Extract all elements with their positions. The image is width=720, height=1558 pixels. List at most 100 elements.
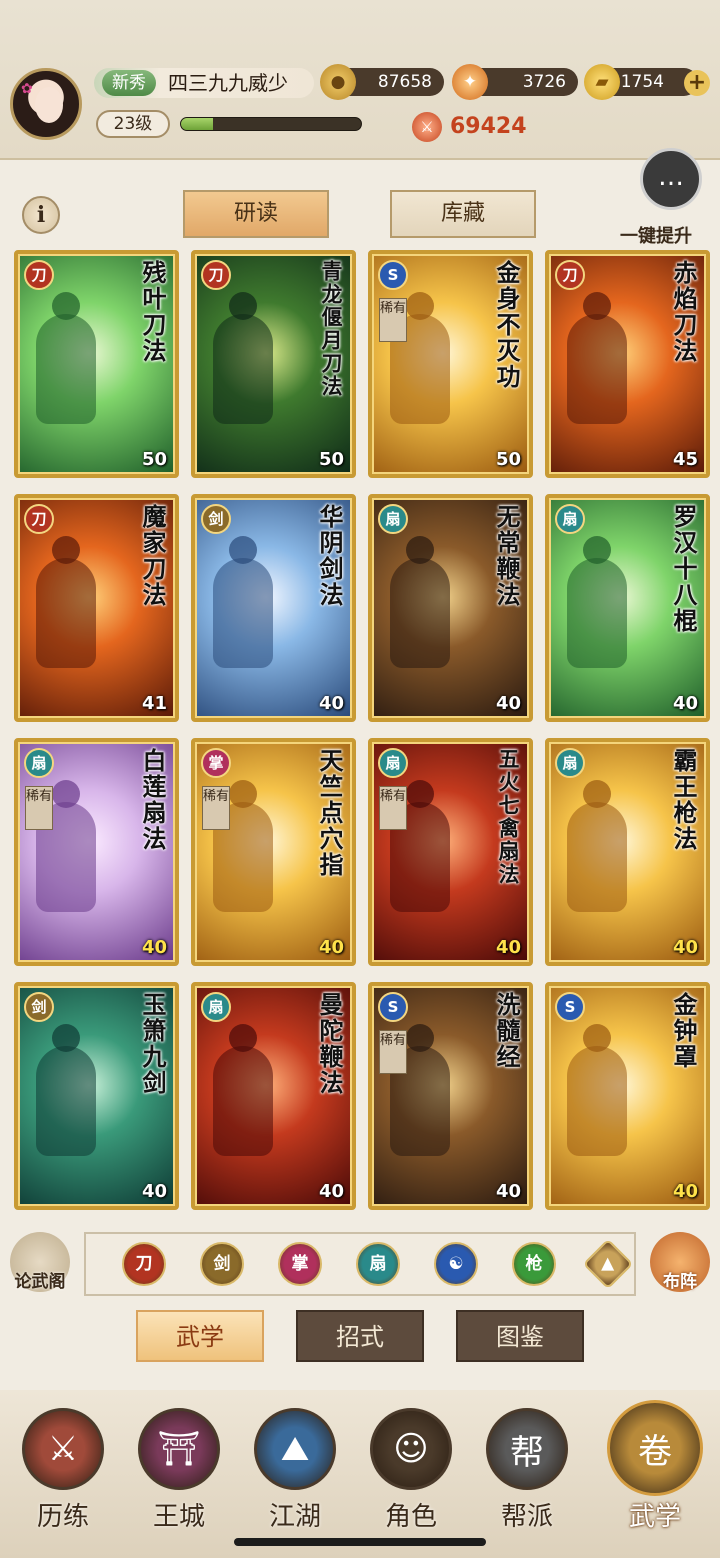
avatar-face — [35, 87, 63, 123]
skill-card[interactable]: 扇稀有 五火七禽扇法 40 — [368, 738, 533, 966]
skill-card[interactable]: S 稀有 洗髓经 40 — [368, 982, 533, 1210]
nav-label: 帮派 — [500, 1502, 553, 1532]
power-value: 69424 — [450, 114, 527, 139]
skill-card-name: 洗髓经 — [492, 992, 521, 1070]
info-button[interactable]: i — [22, 196, 60, 234]
fan-style-icon: 扇 — [378, 504, 408, 534]
filter-glyph: ▲ — [601, 1253, 615, 1274]
subtab-martial[interactable]: 武学 — [136, 1310, 264, 1362]
nav-2-button[interactable]: ⛰ 江湖 — [240, 1400, 350, 1550]
character-figure — [567, 1046, 627, 1156]
skill-card-level: 50 — [141, 449, 167, 470]
coin-icon: ● — [320, 64, 356, 100]
rare-tag: 稀有 — [379, 1030, 407, 1074]
subtab-atlas[interactable]: 图鉴 — [456, 1310, 584, 1362]
filter-blade-icon[interactable]: 刀 — [122, 1242, 166, 1286]
skill-card-name: 无常鞭法 — [492, 504, 521, 608]
skill-card[interactable]: 扇稀有 白莲扇法 40 — [14, 738, 179, 966]
nav-icon: ⚔ — [22, 1408, 104, 1490]
discussion-hall-button[interactable]: 论武阁 — [10, 1232, 70, 1292]
nav-1-button[interactable]: ⛩ 王城 — [124, 1400, 234, 1550]
blade-style-icon: 刀 — [24, 260, 54, 290]
ingot-icon: ▰ — [584, 64, 620, 100]
skill-card-level: 40 — [672, 693, 698, 714]
skill-card[interactable]: 刀 残叶刀法 50 — [14, 250, 179, 478]
skill-card-name: 罗汉十八棍 — [669, 504, 698, 634]
skill-card[interactable]: S 金钟罩 40 — [545, 982, 710, 1210]
skill-card-level: 40 — [141, 1181, 167, 1202]
inner-style-icon: S — [378, 992, 408, 1022]
skill-card[interactable]: 剑 华阴剑法 40 — [191, 494, 356, 722]
filter-palm-icon[interactable]: 掌 — [278, 1242, 322, 1286]
skill-card-name: 天竺点穴指 — [315, 748, 344, 878]
character-figure — [567, 802, 627, 912]
character-figure — [213, 558, 273, 668]
nav-label: 角色 — [384, 1502, 437, 1532]
rare-tag: 稀有 — [379, 786, 407, 830]
add-ingots-button[interactable]: + — [684, 70, 710, 96]
filter-glyph: 枪 — [525, 1254, 543, 1274]
nav-0-button[interactable]: ⚔ 历练 — [8, 1400, 118, 1550]
skill-card-level: 40 — [141, 937, 167, 958]
skill-card-level: 41 — [141, 693, 167, 714]
skill-card-name: 金身不灭功 — [492, 260, 521, 390]
skill-card-level: 50 — [495, 449, 521, 470]
filter-spear-icon[interactable]: 枪 — [512, 1242, 556, 1286]
skill-card[interactable]: 扇 无常鞭法 40 — [368, 494, 533, 722]
skill-card[interactable]: 扇 霸王枪法 40 — [545, 738, 710, 966]
filter-glyph: 刀 — [135, 1254, 153, 1274]
skill-card[interactable]: S 稀有 金身不灭功 50 — [368, 250, 533, 478]
filter-glyph: 剑 — [213, 1254, 231, 1274]
skill-card[interactable]: 刀 赤焰刀法 45 — [545, 250, 710, 478]
skill-card-level: 40 — [318, 1181, 344, 1202]
skill-card-level: 40 — [672, 937, 698, 958]
filter-glyph: 掌 — [291, 1254, 309, 1274]
chat-button[interactable]: … — [640, 148, 702, 210]
player-avatar[interactable]: ✿ — [10, 68, 82, 140]
nav-5-button[interactable]: 卷武学 — [600, 1400, 710, 1550]
fan-style-icon: 扇 — [201, 992, 231, 1022]
skill-card-name: 曼陀鞭法 — [315, 992, 344, 1096]
exp-bar-fill — [181, 118, 214, 130]
formation-button[interactable]: 布阵 — [650, 1232, 710, 1292]
nav-icon: ☺ — [370, 1408, 452, 1490]
skill-card-name: 玉箫九剑 — [138, 992, 167, 1096]
skill-card[interactable]: 刀 青龙偃月刀法 50 — [191, 250, 356, 478]
subtab-moves[interactable]: 招式 — [296, 1310, 424, 1362]
fan-style-icon: 扇 — [555, 504, 585, 534]
skill-card-name: 魔家刀法 — [138, 504, 167, 608]
skill-card-level: 40 — [318, 937, 344, 958]
skill-card-name: 金钟罩 — [669, 992, 698, 1070]
skill-card[interactable]: 剑 玉箫九剑 40 — [14, 982, 179, 1210]
character-figure — [36, 1046, 96, 1156]
discussion-hall-label: 论武阁 — [14, 1272, 66, 1292]
inner-style-icon: S — [555, 992, 585, 1022]
power-icon: ⚔ — [412, 112, 442, 142]
filter-glyph: ☯ — [448, 1254, 464, 1274]
nav-icon: ⛰ — [254, 1408, 336, 1490]
skill-card[interactable]: 掌稀有 天竺点穴指 40 — [191, 738, 356, 966]
player-name: 四三九九威少 — [168, 71, 288, 95]
character-figure — [36, 558, 96, 668]
nav-4-button[interactable]: 帮帮派 — [472, 1400, 582, 1550]
tab-store[interactable]: 库藏 — [390, 190, 536, 238]
skill-card[interactable]: 扇 曼陀鞭法 40 — [191, 982, 356, 1210]
skill-card-name: 五火七禽扇法 — [496, 748, 521, 886]
formation-label: 布阵 — [663, 1272, 697, 1292]
skill-card[interactable]: 刀 魔家刀法 41 — [14, 494, 179, 722]
skill-card-level: 40 — [495, 937, 521, 958]
character-figure — [390, 558, 450, 668]
fan-style-icon: 扇 — [378, 748, 408, 778]
skill-card-name: 青龙偃月刀法 — [319, 260, 344, 398]
gem-icon: ✦ — [452, 64, 488, 100]
one-key-upgrade-button[interactable]: 一键提升 — [620, 222, 692, 248]
skill-card-level: 50 — [318, 449, 344, 470]
tab-read[interactable]: 研读 — [183, 190, 329, 238]
filter-sword-icon[interactable]: 剑 — [200, 1242, 244, 1286]
filter-inner-icon[interactable]: ☯ — [434, 1242, 478, 1286]
filter-fan-icon[interactable]: 扇 — [356, 1242, 400, 1286]
character-figure — [567, 314, 627, 424]
skill-card[interactable]: 扇 罗汉十八棍 40 — [545, 494, 710, 722]
nav-3-button[interactable]: ☺ 角色 — [356, 1400, 466, 1550]
filter-glyph: 扇 — [369, 1254, 387, 1274]
